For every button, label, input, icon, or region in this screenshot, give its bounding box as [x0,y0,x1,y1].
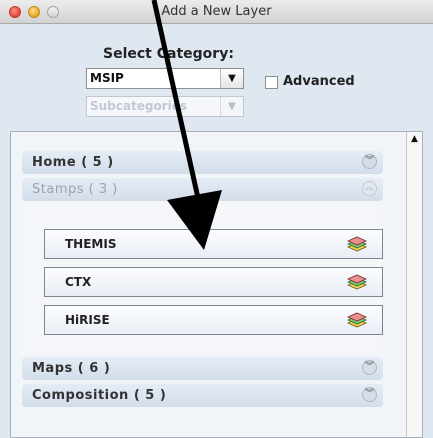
vertical-scrollbar[interactable]: ▲ [406,132,422,437]
window-title: Add a New Layer [161,4,272,19]
section-home[interactable]: Home ( 5 ) ︾ [22,151,383,174]
double-chevron-down-icon[interactable]: ︾ [362,387,377,402]
layers-icon[interactable] [346,234,368,254]
section-composition[interactable]: Composition ( 5 ) ︾ [22,384,383,407]
layers-icon[interactable] [346,272,368,292]
dropdown-arrow-icon[interactable]: ▼ [220,69,243,88]
layers-icon[interactable] [346,310,368,330]
section-stamps-label: Stamps ( 3 ) [32,182,118,197]
stamp-item-label: CTX [65,275,92,289]
stamp-item-label: THEMIS [65,237,117,251]
stamp-item-ctx[interactable]: CTX [44,267,383,297]
title-bar: Add a New Layer [0,0,433,24]
select-category-label: Select Category: [103,46,234,62]
stamp-item-hirise[interactable]: HiRISE [44,305,383,335]
advanced-checkbox-label[interactable]: Advanced [283,74,355,89]
category-header: Select Category: MSIP ▼ Advanced Subcate… [0,24,433,128]
category-selected-value: MSIP [90,71,124,85]
dropdown-arrow-icon: ▼ [220,97,243,116]
section-composition-label: Composition ( 5 ) [32,388,167,403]
double-chevron-up-icon[interactable]: ︽ [362,181,377,196]
category-dropdown[interactable]: MSIP ▼ [86,68,244,89]
subcategory-dropdown: Subcategories ▼ [86,96,244,117]
scroll-up-arrow-icon[interactable]: ▲ [407,132,422,147]
stamp-item-themis[interactable]: THEMIS [44,229,383,259]
stamp-item-label: HiRISE [65,313,110,327]
double-chevron-down-icon[interactable]: ︾ [362,154,377,169]
section-maps-label: Maps ( 6 ) [32,361,111,376]
double-chevron-down-icon[interactable]: ︾ [362,360,377,375]
advanced-checkbox[interactable] [265,76,278,89]
section-maps[interactable]: Maps ( 6 ) ︾ [22,357,383,380]
subcategory-placeholder: Subcategories [90,99,188,113]
section-home-label: Home ( 5 ) [32,155,114,170]
section-stamps[interactable]: Stamps ( 3 ) ︽ [22,178,383,201]
